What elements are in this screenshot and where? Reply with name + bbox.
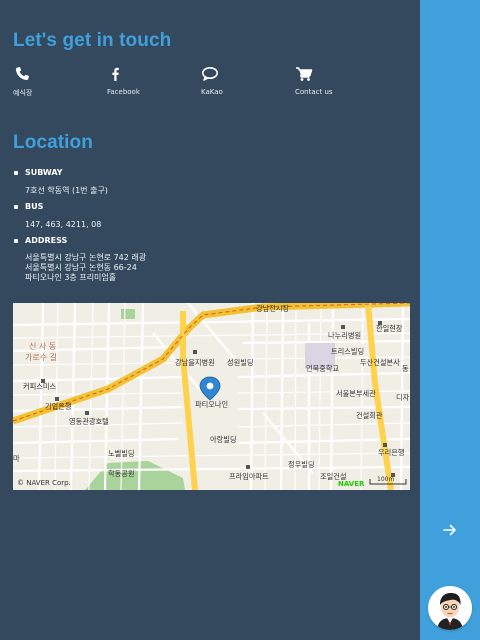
contact-kakao-link[interactable]: KaKao xyxy=(201,66,291,100)
bus-value: 147, 463, 4211, 08 xyxy=(25,220,102,229)
contact-heading: Let's get in touch xyxy=(13,30,172,51)
location-map[interactable]: 강남전시장 나누리병원 한일현창 신 사 동 가로수 길 강남을지병원 성원빌딩… xyxy=(13,303,410,490)
map-label: 신 사 동 xyxy=(29,342,56,351)
address-line-2: 서울특별시 강남구 논현동 66-24 xyxy=(25,263,137,272)
contact-links: 예식장 Facebook KaKao Contact us xyxy=(0,66,420,100)
naver-logo: NAVER xyxy=(338,480,365,488)
bullet xyxy=(14,205,18,209)
map-label: 서울본부세관 xyxy=(336,389,376,398)
map-label: 강남전시장 xyxy=(256,304,289,313)
arrow-right-icon[interactable] xyxy=(440,520,460,540)
chat-bubble-icon xyxy=(202,67,218,81)
map-label: 언북중학교 xyxy=(306,364,339,373)
map-label: 트리스빌딩 xyxy=(331,347,364,356)
bullet xyxy=(14,239,18,243)
map-label: 우리은행 xyxy=(378,448,404,457)
bus-item: BUS 147, 463, 4211, 08 xyxy=(13,202,413,236)
bus-title: BUS xyxy=(25,202,44,211)
location-heading: Location xyxy=(13,132,93,153)
subway-title: SUBWAY xyxy=(25,168,63,177)
park-area xyxy=(121,309,135,319)
contact-facebook-link[interactable]: Facebook xyxy=(107,66,197,100)
map-label: 학동공원 xyxy=(108,469,134,478)
map-label: 가로수 길 xyxy=(25,353,57,362)
address-item: ADDRESS 서울특별시 강남구 논현로 742 래광 서울특별시 강남구 논… xyxy=(13,236,413,296)
contact-us-label: Contact us xyxy=(295,88,333,96)
map-label: 건설회관 xyxy=(356,411,383,420)
map-label: 정우빌딩 xyxy=(288,460,314,469)
map-label: 아랑빌딩 xyxy=(210,435,236,444)
map-label: 노벨빌딩 xyxy=(108,449,134,458)
address-title: ADDRESS xyxy=(25,236,68,245)
subway-value: 7호선 학동역 (1번 출구) xyxy=(25,186,108,195)
map-label: 기업은행 xyxy=(45,402,71,411)
map-label: 두산건설본사 xyxy=(360,358,400,367)
map-label: 동 xyxy=(402,364,409,373)
map-label: 디자 xyxy=(396,393,410,402)
avatar-cartoon-icon xyxy=(428,586,472,630)
map-label: 영동관광호텔 xyxy=(69,417,109,426)
contact-phone-label: 예식장 xyxy=(13,89,33,97)
address-line-3: 파티오나인 3층 프리미엄홀 xyxy=(25,273,117,282)
address-line-1: 서울특별시 강남구 논현로 742 래광 xyxy=(25,253,147,262)
contact-phone-link[interactable]: 예식장 xyxy=(13,66,103,100)
map-scale-label: 100m xyxy=(377,476,394,483)
contact-kakao-label: KaKao xyxy=(201,88,223,96)
map-label: 나누리병원 xyxy=(328,331,361,340)
bullet xyxy=(14,171,18,175)
sidebar xyxy=(420,0,480,640)
map-label: 강남을지병원 xyxy=(175,358,215,367)
main-panel: Let's get in touch 예식장 Facebook KaKao Co… xyxy=(0,0,420,640)
contact-us-link[interactable]: Contact us xyxy=(295,66,385,100)
map-label: 한일현창 xyxy=(376,324,403,333)
map-label: 마 xyxy=(13,454,20,463)
map-label: 파티오나인 xyxy=(195,400,228,409)
map-label: 프라임아파트 xyxy=(229,472,269,481)
phone-icon xyxy=(15,67,29,81)
map-label: 커피스미스 xyxy=(23,382,56,391)
shopping-cart-icon xyxy=(296,67,313,81)
location-details: SUBWAY 7호선 학동역 (1번 출구) BUS 147, 463, 421… xyxy=(13,168,413,296)
map-copyright: © NAVER Corp. xyxy=(17,479,71,487)
avatar[interactable] xyxy=(428,586,472,630)
subway-item: SUBWAY 7호선 학동역 (1번 출구) xyxy=(13,168,413,202)
map-label: 성원빌딩 xyxy=(227,358,253,367)
facebook-icon xyxy=(112,67,119,81)
contact-facebook-label: Facebook xyxy=(107,88,140,96)
